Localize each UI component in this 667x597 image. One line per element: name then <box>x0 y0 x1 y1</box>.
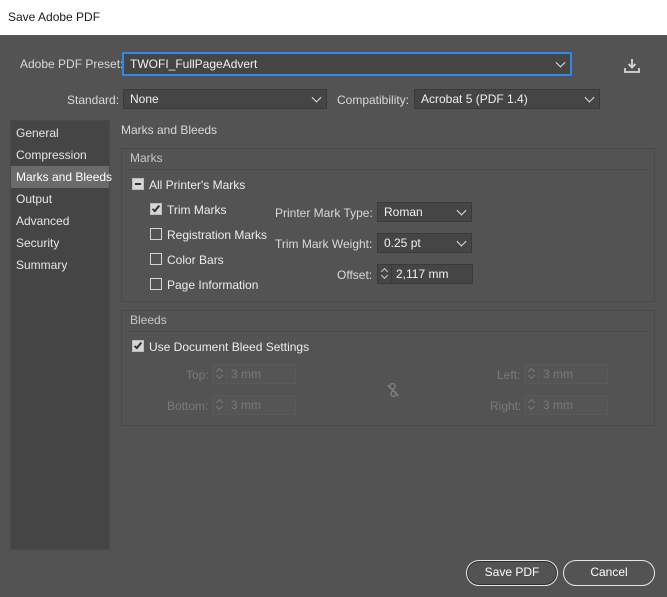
checkbox-unchecked-icon <box>150 278 162 290</box>
chevron-down-icon <box>555 57 566 68</box>
standard-value: None <box>130 92 159 106</box>
color-bars-checkbox[interactable] <box>150 253 162 268</box>
window-title: Save Adobe PDF <box>8 10 101 24</box>
checkbox-checked-icon <box>150 203 162 215</box>
stepper-arrows-icon <box>213 365 227 383</box>
preset-label: Adobe PDF Preset: <box>20 57 124 71</box>
trim-marks-checkbox[interactable] <box>150 203 162 218</box>
sidebar-item-security[interactable]: Security <box>11 232 109 254</box>
window-titlebar: Save Adobe PDF <box>0 0 667 35</box>
all-printers-marks-label: All Printer's Marks <box>149 178 246 192</box>
bleed-left-stepper[interactable]: 3 mm <box>524 364 608 384</box>
stepper-arrows-icon <box>213 396 227 414</box>
registration-marks-label: Registration Marks <box>167 228 268 242</box>
stepper-arrows-icon[interactable] <box>378 265 392 283</box>
divider <box>128 331 648 332</box>
all-printers-marks-checkbox[interactable] <box>132 178 144 193</box>
offset-label: Offset: <box>337 268 373 282</box>
sidebar-item-marks-and-bleeds[interactable]: Marks and Bleeds <box>11 166 112 188</box>
stepper-arrows-icon <box>525 396 539 414</box>
bleeds-heading: Bleeds <box>130 313 167 327</box>
cancel-button[interactable]: Cancel <box>563 560 655 586</box>
standard-select[interactable]: None <box>123 89 327 109</box>
chevron-down-icon <box>584 92 595 103</box>
printer-mark-type-select[interactable]: Roman <box>377 202 472 222</box>
bleed-right-stepper[interactable]: 3 mm <box>524 395 608 415</box>
save-preset-icon[interactable] <box>623 58 641 74</box>
checkbox-checked-icon <box>132 340 144 352</box>
trim-marks-label: Trim Marks <box>167 203 227 217</box>
preset-select[interactable]: TWOFI_FullPageAdvert <box>123 53 571 75</box>
sidebar-item-summary[interactable]: Summary <box>11 254 109 276</box>
sidebar-item-general[interactable]: General <box>11 122 109 144</box>
chevron-down-icon <box>311 92 322 103</box>
bleed-bottom-stepper[interactable]: 3 mm <box>212 395 296 415</box>
bleed-bottom-value: 3 mm <box>231 398 261 412</box>
compatibility-label: Compatibility: <box>337 93 410 107</box>
compatibility-value: Acrobat 5 (PDF 1.4) <box>421 92 528 106</box>
color-bars-label: Color Bars <box>167 253 224 267</box>
stepper-arrows-icon <box>525 365 539 383</box>
chevron-down-icon <box>456 236 467 247</box>
chevron-down-icon <box>456 205 467 216</box>
use-document-bleed-label: Use Document Bleed Settings <box>149 340 310 354</box>
checkbox-unchecked-icon <box>150 253 162 265</box>
page-information-checkbox[interactable] <box>150 278 162 293</box>
bleed-top-label: Top: <box>186 368 209 382</box>
compatibility-select[interactable]: Acrobat 5 (PDF 1.4) <box>414 89 600 109</box>
offset-stepper[interactable]: 2,117 mm <box>377 264 473 284</box>
registration-marks-checkbox[interactable] <box>150 228 162 243</box>
trim-mark-weight-value: 0.25 pt <box>384 236 421 250</box>
bleed-left-label: Left: <box>497 368 521 382</box>
trim-mark-weight-label: Trim Mark Weight: <box>275 237 373 251</box>
sidebar-item-advanced[interactable]: Advanced <box>11 210 109 232</box>
checkbox-unchecked-icon <box>150 228 162 240</box>
printer-mark-type-label: Printer Mark Type: <box>275 206 373 220</box>
bleed-right-value: 3 mm <box>543 398 573 412</box>
page-information-label: Page Information <box>167 278 259 292</box>
marks-heading: Marks <box>130 151 163 165</box>
sidebar-item-output[interactable]: Output <box>11 188 109 210</box>
use-document-bleed-checkbox[interactable] <box>132 340 144 355</box>
section-title: Marks and Bleeds <box>121 123 218 137</box>
bleed-top-stepper[interactable]: 3 mm <box>212 364 296 384</box>
checkbox-mixed-icon <box>132 178 144 190</box>
bleed-left-value: 3 mm <box>543 367 573 381</box>
trim-mark-weight-select[interactable]: 0.25 pt <box>377 233 472 253</box>
bleed-right-label: Right: <box>490 399 522 413</box>
sidebar-item-compression[interactable]: Compression <box>11 144 109 166</box>
standard-label: Standard: <box>67 93 120 107</box>
save-pdf-button[interactable]: Save PDF <box>466 560 558 586</box>
divider <box>128 169 648 170</box>
printer-mark-type-value: Roman <box>384 205 423 219</box>
unlink-icon[interactable] <box>385 382 401 398</box>
sidebar: General Compression Marks and Bleeds Out… <box>10 120 112 550</box>
bleed-bottom-label: Bottom: <box>167 399 209 413</box>
preset-value: TWOFI_FullPageAdvert <box>130 57 258 71</box>
bleed-top-value: 3 mm <box>231 367 261 381</box>
offset-value: 2,117 mm <box>396 267 449 281</box>
